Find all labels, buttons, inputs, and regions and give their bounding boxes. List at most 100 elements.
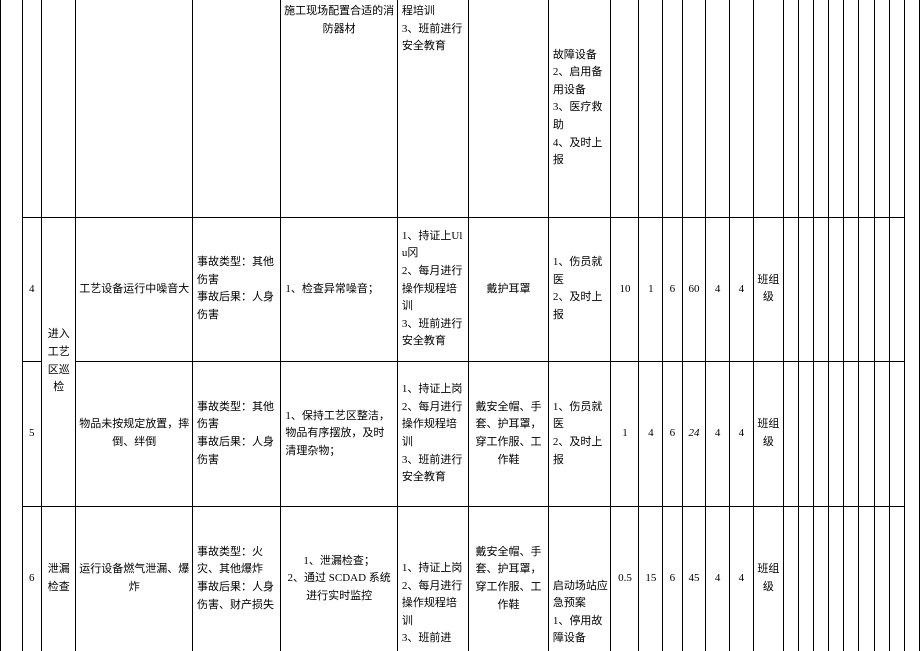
- cell-eng: 1、泄漏检查；2、通过 SCDAD 系统进行实时监控: [281, 506, 397, 651]
- cell-v4-top: [682, 0, 706, 217]
- cell-ex3: [814, 362, 829, 507]
- cell-ex7: [874, 506, 889, 651]
- cell-type: 事故类型：火灾、其他爆炸事故后果：人身伤害、财产损失: [192, 506, 280, 651]
- cell-v5: 4: [706, 362, 730, 507]
- cell-ex6: [859, 506, 874, 651]
- cell-ex8: [889, 506, 904, 651]
- cell-v3: 6: [663, 506, 682, 651]
- cell-ex5: [844, 362, 859, 507]
- outer-col: [1, 0, 23, 217]
- cell-ex1-top: [783, 0, 798, 217]
- cell-ex3: [814, 217, 829, 362]
- cell-v2: 4: [639, 362, 663, 507]
- cell-v6: 4: [730, 217, 754, 362]
- risk-assessment-table: 施工现场配置合适的消防器材 程培训3、班前进行安全教育 故障设备2、启用备用设备…: [0, 0, 920, 651]
- cell-v5: 4: [706, 506, 730, 651]
- cell-no-top: [22, 0, 41, 217]
- outer-col: [1, 362, 23, 507]
- cell-v2-top: [639, 0, 663, 217]
- cell-ex4: [829, 506, 844, 651]
- outer-col: [1, 506, 23, 651]
- cell-emerg: 1、伤员就医2、及时上报: [548, 362, 611, 507]
- cell-ex6-top: [859, 0, 874, 217]
- outer-col-r: [904, 506, 919, 651]
- cell-emerg-top: 故障设备2、启用备用设备3、医疗救助4、及时上报: [548, 0, 611, 217]
- cell-no: 4: [22, 217, 41, 362]
- cell-ex7: [874, 217, 889, 362]
- cell-ppe: 戴安全帽、手套、护耳罩，穿工作服、工作鞋: [469, 506, 549, 651]
- cell-v4: 60: [682, 217, 706, 362]
- cell-v4: 45: [682, 506, 706, 651]
- cell-ex1: [783, 506, 798, 651]
- cell-ex2: [799, 362, 814, 507]
- cell-ex6: [859, 362, 874, 507]
- cell-eng-top: 施工现场配置合适的消防器材: [281, 0, 397, 217]
- cell-area: 进入工艺区巡检: [41, 217, 76, 506]
- cell-v3: 6: [663, 217, 682, 362]
- cell-mgmt: 1、持证上岗2、每月进行操作规程培训3、班前进: [397, 506, 468, 651]
- cell-ex8-top: [889, 0, 904, 217]
- cell-ppe-top: [469, 0, 549, 217]
- cell-ex3: [814, 506, 829, 651]
- cell-v2: 1: [639, 217, 663, 362]
- cell-v1: 0.5: [611, 506, 639, 651]
- cell-v6-top: [730, 0, 754, 217]
- cell-area: 泄漏检查: [41, 506, 76, 651]
- cell-ex2: [799, 506, 814, 651]
- cell-ex8: [889, 362, 904, 507]
- outer-col-r: [904, 0, 919, 217]
- cell-mgmt: 1、持证上Ulu冈2、每月进行操作规程培训3、班前进行安全教育: [397, 217, 468, 362]
- cell-mgmt: 1、持证上岗2、每月进行操作规程培训3、班前进行安全教育: [397, 362, 468, 507]
- cell-v1-top: [611, 0, 639, 217]
- cell-type: 事故类型：其他伤害事故后果：人身伤害: [192, 217, 280, 362]
- cell-v3-top: [663, 0, 682, 217]
- cell-v1: 1: [611, 362, 639, 507]
- cell-v2: 15: [639, 506, 663, 651]
- cell-ex5-top: [844, 0, 859, 217]
- cell-ex3-top: [814, 0, 829, 217]
- cell-level: 班组级: [753, 362, 783, 507]
- cell-desc: 工艺设备运行中噪音大: [76, 217, 192, 362]
- cell-eng: 1、保持工艺区整洁，物品有序摆放，及时清理杂物；: [281, 362, 397, 507]
- cell-ex1: [783, 217, 798, 362]
- cell-ex5: [844, 217, 859, 362]
- cell-ex6: [859, 217, 874, 362]
- cell-desc-top: [76, 0, 192, 217]
- cell-ex7-top: [874, 0, 889, 217]
- cell-type: 事故类型：其他伤害事故后果：人身伤害: [192, 362, 280, 507]
- cell-desc: 运行设备燃气泄漏、爆炸: [76, 506, 192, 651]
- cell-ex1: [783, 362, 798, 507]
- cell-ppe: 戴护耳罩: [469, 217, 549, 362]
- cell-emerg: 1、伤员就医2、及时上报: [548, 217, 611, 362]
- cell-ex5: [844, 506, 859, 651]
- cell-v4: 24: [682, 362, 706, 507]
- cell-ex4: [829, 217, 844, 362]
- cell-area-top: [41, 0, 76, 217]
- cell-ex2: [799, 217, 814, 362]
- outer-col-r: [904, 362, 919, 507]
- cell-ex4-top: [829, 0, 844, 217]
- cell-desc: 物品未按规定放置，摔倒、绊倒: [76, 362, 192, 507]
- cell-ex8: [889, 217, 904, 362]
- cell-ex2-top: [799, 0, 814, 217]
- cell-mgmt-top: 程培训3、班前进行安全教育: [397, 0, 468, 217]
- cell-v1: 10: [611, 217, 639, 362]
- cell-v6: 4: [730, 362, 754, 507]
- cell-ex4: [829, 362, 844, 507]
- cell-v5-top: [706, 0, 730, 217]
- outer-col: [1, 217, 23, 362]
- cell-v6: 4: [730, 506, 754, 651]
- cell-v5: 4: [706, 217, 730, 362]
- cell-emerg: 启动场站应急预案1、停用故障设备: [548, 506, 611, 651]
- outer-col-r: [904, 217, 919, 362]
- cell-level: 班组级: [753, 217, 783, 362]
- cell-type-top: [192, 0, 280, 217]
- cell-no: 6: [22, 506, 41, 651]
- cell-level: 班组级: [753, 506, 783, 651]
- cell-ex7: [874, 362, 889, 507]
- cell-level-top: [753, 0, 783, 217]
- cell-ppe: 戴安全帽、手套、护耳罩，穿工作服、工作鞋: [469, 362, 549, 507]
- cell-eng: 1、检查异常噪音；: [281, 217, 397, 362]
- cell-v3: 6: [663, 362, 682, 507]
- cell-no: 5: [22, 362, 41, 507]
